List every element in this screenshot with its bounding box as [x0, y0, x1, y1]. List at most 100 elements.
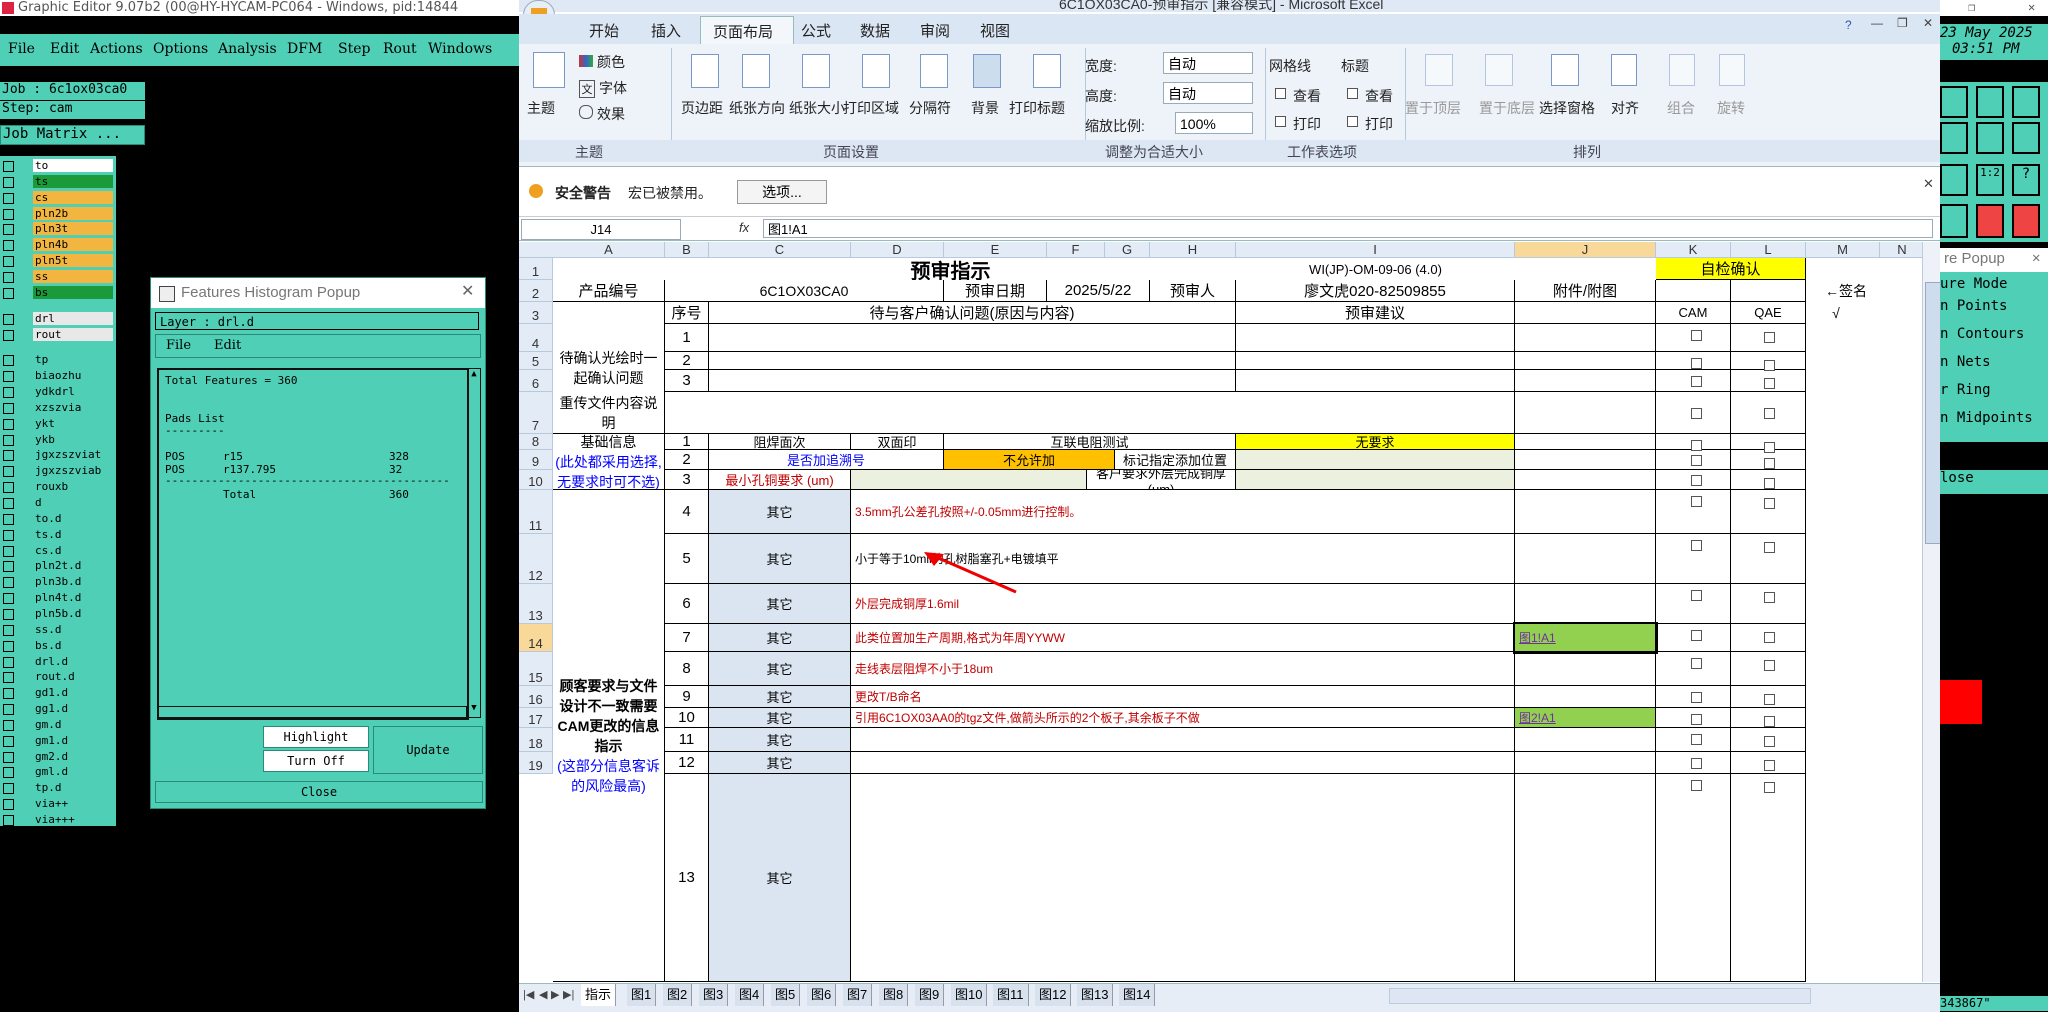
suggest-cell[interactable]: [1236, 324, 1515, 352]
align-button[interactable]: 对齐: [1611, 98, 1639, 118]
restore-icon[interactable]: ❐: [1897, 16, 1908, 30]
layer-checkbox[interactable]: [3, 498, 14, 509]
layer-checkbox[interactable]: [3, 624, 14, 636]
orientation-button[interactable]: 纸张方向: [729, 98, 785, 118]
requirement-text[interactable]: [851, 752, 1515, 774]
menu-options[interactable]: Options: [153, 41, 208, 57]
layer-row[interactable]: rout.d: [0, 669, 116, 684]
close-security-icon[interactable]: ✕: [1923, 176, 1934, 192]
attach-cell[interactable]: [1515, 470, 1656, 490]
cell[interactable]: [1515, 302, 1656, 324]
check-checkbox[interactable]: [1691, 692, 1702, 703]
menu-windows[interactable]: Windows: [428, 41, 492, 57]
layer-row[interactable]: bs: [0, 285, 116, 300]
layer-checkbox[interactable]: [3, 577, 14, 589]
impedance-value[interactable]: 无要求: [1236, 434, 1515, 450]
requirement-text[interactable]: [851, 728, 1515, 752]
mark-position-label[interactable]: 标记指定添加位置: [1115, 450, 1236, 470]
layer-checkbox[interactable]: [3, 767, 14, 779]
tab-nav-next-icon[interactable]: ▶: [551, 988, 559, 1001]
row-header[interactable]: 5: [519, 352, 553, 370]
reviewer-label[interactable]: 预审人: [1150, 280, 1236, 302]
seq-number[interactable]: 9: [665, 686, 709, 708]
solder-mask-value[interactable]: 双面印: [851, 434, 944, 450]
print-area-button[interactable]: 打印区域: [843, 98, 899, 118]
rotate-button[interactable]: 旋转: [1717, 98, 1745, 118]
layer-checkbox[interactable]: [3, 799, 14, 811]
category-cell[interactable]: 其它: [709, 774, 851, 982]
layer-checkbox[interactable]: [3, 751, 14, 763]
menu-actions[interactable]: Actions: [90, 41, 143, 57]
headings-view-checkbox[interactable]: [1347, 88, 1358, 99]
right-popup-close-icon[interactable]: ✕: [2032, 250, 2040, 266]
layer-checkbox[interactable]: [3, 434, 14, 446]
layer-checkbox[interactable]: [3, 593, 14, 605]
attach-cell[interactable]: [1515, 324, 1656, 352]
layer-row[interactable]: drl.d: [0, 654, 116, 669]
horizontal-scrollbar[interactable]: [157, 706, 467, 718]
layer-checkbox[interactable]: [3, 256, 14, 268]
row-header[interactable]: 6: [519, 370, 553, 392]
layer-checkbox[interactable]: [3, 240, 14, 252]
layer-row[interactable]: gm1.d: [0, 733, 116, 748]
layer-row[interactable]: pln5b.d: [0, 606, 116, 621]
column-header[interactable]: E: [944, 242, 1047, 258]
sheet-tab[interactable]: 图3: [699, 984, 729, 1006]
select-all-corner[interactable]: [519, 242, 554, 258]
reviewer[interactable]: 廖文虎020-82509855: [1236, 280, 1515, 302]
margins-button[interactable]: 页边距: [681, 98, 723, 118]
check-checkbox[interactable]: [1691, 475, 1702, 486]
tab-data[interactable]: 数据: [860, 20, 890, 41]
tab-nav-first-icon[interactable]: |◀: [523, 988, 534, 1001]
check-checkbox[interactable]: [1691, 540, 1702, 551]
row-header[interactable]: 10: [519, 470, 553, 490]
layer-row[interactable]: jgxzszviab: [0, 463, 116, 478]
menu-edit[interactable]: Edit: [50, 41, 79, 57]
row-header[interactable]: 3: [519, 302, 553, 324]
column-header[interactable]: B: [665, 242, 709, 258]
row-header[interactable]: 15: [519, 652, 553, 686]
category-cell[interactable]: 其它: [709, 708, 851, 728]
min-hole-label[interactable]: 最小孔铜要求 (um): [709, 470, 851, 490]
seq-number[interactable]: 2: [665, 352, 709, 370]
sheet-tab[interactable]: 图4: [735, 984, 765, 1006]
minimize-icon[interactable]: —: [1871, 16, 1883, 30]
qae-cell[interactable]: [1731, 490, 1806, 534]
option-item[interactable]: n Contours: [1940, 326, 2024, 342]
seq-number[interactable]: 7: [665, 624, 709, 652]
outer-cu-value[interactable]: [1236, 470, 1515, 490]
layer-row[interactable]: gd1.d: [0, 685, 116, 700]
layer-checkbox[interactable]: [3, 287, 14, 299]
layer-checkbox[interactable]: [3, 176, 14, 188]
right-close-icon[interactable]: ✕: [2028, 0, 2035, 14]
check-checkbox[interactable]: [1764, 408, 1775, 419]
attach-cell[interactable]: [1515, 434, 1656, 450]
issue-cell[interactable]: [709, 352, 1236, 370]
seq-number[interactable]: 13: [665, 774, 709, 982]
mark-position-value[interactable]: [1236, 450, 1515, 470]
layer-checkbox[interactable]: [3, 815, 14, 826]
tool-icon[interactable]: [1940, 86, 1968, 118]
menu-step[interactable]: Step: [338, 41, 370, 57]
gridlines-print-checkbox[interactable]: [1275, 116, 1286, 127]
layer-checkbox[interactable]: [3, 371, 14, 383]
attachment-link[interactable]: [1515, 752, 1656, 774]
attachment-link[interactable]: 图2!A1: [1515, 708, 1656, 728]
row-header[interactable]: 13: [519, 584, 553, 624]
check-checkbox[interactable]: [1691, 330, 1702, 341]
layer-row[interactable]: pln4t.d: [0, 590, 116, 605]
tool-icon[interactable]: [2012, 122, 2040, 154]
highlight-button[interactable]: Highlight: [263, 726, 369, 748]
options-button[interactable]: 选项...: [737, 180, 827, 204]
seq-number[interactable]: 2: [665, 450, 709, 470]
product-no-label[interactable]: 产品编号: [553, 280, 665, 302]
doc-code[interactable]: WI(JP)-OM-09-06 (4.0): [1236, 258, 1515, 280]
help-icon[interactable]: ?: [2012, 164, 2040, 196]
sheet-tab[interactable]: 指示: [581, 984, 617, 1006]
check-checkbox[interactable]: [1764, 632, 1775, 643]
qae-cell[interactable]: [1731, 584, 1806, 624]
horizontal-scrollbar[interactable]: [1389, 988, 1811, 1004]
issue-header[interactable]: 待与客户确认问题(原因与内容): [709, 302, 1236, 324]
scroll-thumb[interactable]: [1925, 282, 1940, 544]
check-checkbox[interactable]: [1691, 658, 1702, 669]
